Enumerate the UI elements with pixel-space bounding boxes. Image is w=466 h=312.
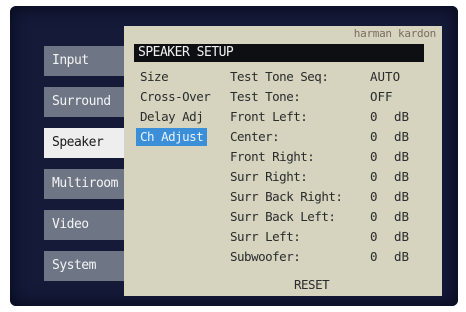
submenu-item-ch-adjust[interactable]: Ch Adjust [136,128,208,146]
setting-value-subwoofer[interactable]: 0 [370,248,378,266]
setting-label-surr-right: Surr Right: [230,169,308,184]
setting-unit-surr-back-right: dB [394,189,410,204]
setting-label-subwoofer: Subwoofer: [230,249,301,264]
setting-value-surr-left[interactable]: 0 [370,228,378,246]
setting-value-test-tone[interactable]: OFF [370,88,393,106]
setting-label-surr-left: Surr Left: [230,229,301,244]
setting-value-front-left[interactable]: 0 [370,108,378,126]
menu-item-input[interactable]: Input [44,46,130,76]
menu-item-video[interactable]: Video [44,210,130,240]
setting-label-test-tone: Test Tone: [230,89,301,104]
setting-label-center: Center: [230,129,280,144]
setting-value-center[interactable]: 0 [370,128,378,146]
setting-label-front-left: Front Left: [230,109,308,124]
setting-unit-front-left: dB [394,109,410,124]
setting-value-surr-back-left[interactable]: 0 [370,208,378,226]
submenu-item-cross-over[interactable]: Cross-Over [136,88,214,106]
setting-unit-surr-right: dB [394,169,410,184]
setting-value-surr-right[interactable]: 0 [370,168,378,186]
setting-label-surr-back-right: Surr Back Right: [230,189,343,204]
reset-button[interactable]: RESET [294,276,330,294]
setting-unit-center: dB [394,129,410,144]
setting-unit-subwoofer: dB [394,249,410,264]
setting-value-surr-back-right[interactable]: 0 [370,188,378,206]
panel-title: SPEAKER SETUP [134,44,424,62]
menu-item-multiroom[interactable]: Multiroom [44,169,130,199]
menu-item-system[interactable]: System [44,251,130,281]
setting-unit-front-right: dB [394,149,410,164]
submenu-item-delay-adj[interactable]: Delay Adj [136,108,207,126]
setting-label-front-right: Front Right: [230,149,315,164]
brand-logo: harman kardon [353,27,437,40]
setting-unit-surr-left: dB [394,229,410,244]
setting-unit-surr-back-left: dB [394,209,410,224]
setting-label-test-tone-seq: Test Tone Seq: [230,69,329,84]
submenu-item-size[interactable]: Size [136,68,172,86]
tv-screen: Input Surround Speaker Multiroom Video S… [10,6,458,306]
setting-value-front-right[interactable]: 0 [370,148,378,166]
setting-value-test-tone-seq[interactable]: AUTO [370,68,400,86]
menu-item-speaker[interactable]: Speaker [44,128,130,158]
speaker-setup-panel: harman kardon SPEAKER SETUP Size Cross-O… [124,26,442,296]
setting-label-surr-back-left: Surr Back Left: [230,209,336,224]
menu-item-surround[interactable]: Surround [44,87,130,117]
